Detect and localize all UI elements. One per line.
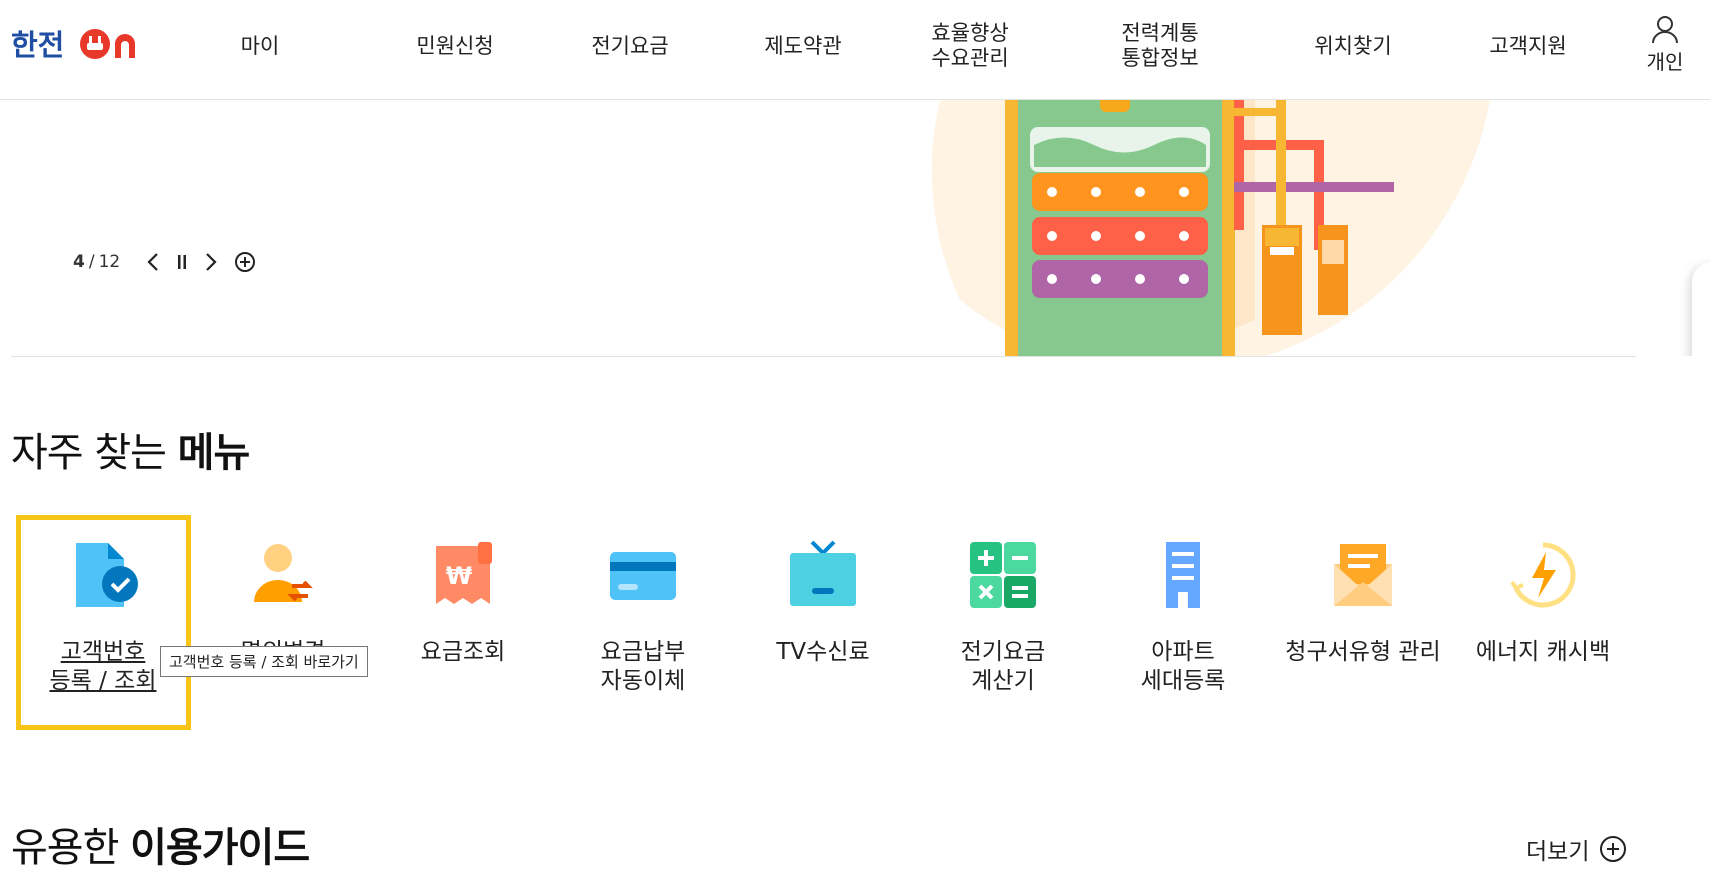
nav-grid-info-label-2: 통합정보 [1121,46,1199,70]
nav-electric-bill[interactable]: 전기요금 [560,0,700,92]
nav-find-location-label: 위치찾기 [1314,33,1392,58]
menu-bill-inquiry[interactable]: ₩ 요금조회 [373,540,553,667]
svg-text:한전: 한전 [11,28,64,62]
menu-bill-calculator[interactable]: 전기요금 계산기 [913,540,1093,696]
calculator-icon [970,542,1036,608]
energy-cashback-icon [1510,542,1576,608]
won-receipt-icon: ₩ [436,542,492,604]
chevron-left-icon [147,253,158,271]
nav-terms-label: 제도약관 [764,33,842,58]
menu-auto-payment[interactable]: 요금납부 자동이체 [553,540,733,696]
banner-pager: 4 / 12 [73,251,256,273]
nav-terms[interactable]: 제도약관 [733,0,873,92]
menu-energy-cashback-label: 에너지 캐시백 [1475,639,1611,665]
section-divider [11,356,1636,357]
menu-bill-inquiry-label: 요금조회 [420,639,506,665]
useful-guide-title-bold: 이용가이드 [130,825,310,871]
apartment-icon [1166,542,1200,608]
menu-tv-fee-label: TV수신료 [776,639,870,665]
menu-tv-fee[interactable]: TV수신료 [733,540,913,667]
menu-auto-payment-label: 요금납부 자동이체 [600,639,686,694]
frequent-menu-title-bold: 메뉴 [177,430,251,476]
pause-slide-button[interactable] [176,253,188,271]
nav-electric-bill-label: 전기요금 [591,33,669,58]
user-icon [1652,16,1678,44]
nav-grid-info-label-1: 전력계통 [1121,21,1199,45]
nav-efficiency-label-1: 효율향상 [931,21,1009,45]
user-label: 개인 [1646,50,1684,74]
nav-my-label: 마이 [240,33,280,58]
frequent-menu-title-light: 자주 찾는 [11,430,178,476]
view-all-slides-button[interactable] [234,251,256,273]
logo-graphic: 한전 [11,28,135,62]
pager-current: 4 [73,252,85,272]
pager-separator: / [88,252,95,272]
envelope-icon [1334,544,1392,606]
menu-bill-calculator-label: 전기요금 계산기 [960,639,1046,694]
useful-guide-title-light: 유용한 [11,825,131,871]
nav-efficiency[interactable]: 효율향상 수요관리 [900,0,1040,92]
side-panel-tab[interactable] [1692,262,1710,356]
menu-invoice-type[interactable]: 청구서유형 관리 [1273,540,1453,667]
tv-icon [790,540,856,606]
nav-my[interactable]: 마이 [200,0,320,92]
next-slide-button[interactable] [204,252,218,272]
personal-user-button[interactable]: 개인 [1640,14,1690,75]
kepco-on-logo[interactable]: 한전 [11,26,151,62]
plus-circle-icon [1600,836,1627,862]
nav-civil-petition-label: 민원신청 [416,33,494,58]
frequent-menu-title: 자주 찾는 메뉴 [11,420,251,478]
menu-energy-cashback[interactable]: 에너지 캐시백 [1453,540,1633,667]
person-transfer-icon [254,544,313,602]
nav-find-location[interactable]: 위치찾기 [1283,0,1423,92]
useful-guide-title: 유용한 이용가이드 [11,815,310,873]
banner-illustration [931,100,1490,356]
credit-card-icon [610,552,676,600]
menu-invoice-type-label: 청구서유형 관리 [1285,639,1441,665]
plus-circle-icon [235,252,256,272]
menu-apartment-registration[interactable]: 아파트 세대등록 [1093,540,1273,696]
menu-tooltip: 고객번호 등록 / 조회 바로가기 [160,646,368,677]
nav-customer-support[interactable]: 고객지원 [1458,0,1598,92]
keyboard-focus-outline [16,515,191,730]
chevron-right-icon [206,253,217,271]
menu-apartment-registration-label: 아파트 세대등록 [1140,639,1226,694]
svg-text:₩: ₩ [446,562,473,590]
nav-civil-petition[interactable]: 민원신청 [385,0,525,92]
main-banner [0,100,1710,356]
pager-total: 12 [98,252,121,272]
nav-customer-support-label: 고객지원 [1489,33,1567,58]
prev-slide-button[interactable] [146,252,160,272]
nav-efficiency-label-2: 수요관리 [931,46,1009,70]
nav-grid-info[interactable]: 전력계통 통합정보 [1090,0,1230,92]
site-header: 한전 마이 민원신청 전기요금 제도약관 효율향상 수요관리 전력계통 통합정보… [0,0,1710,100]
pause-icon [178,255,187,269]
